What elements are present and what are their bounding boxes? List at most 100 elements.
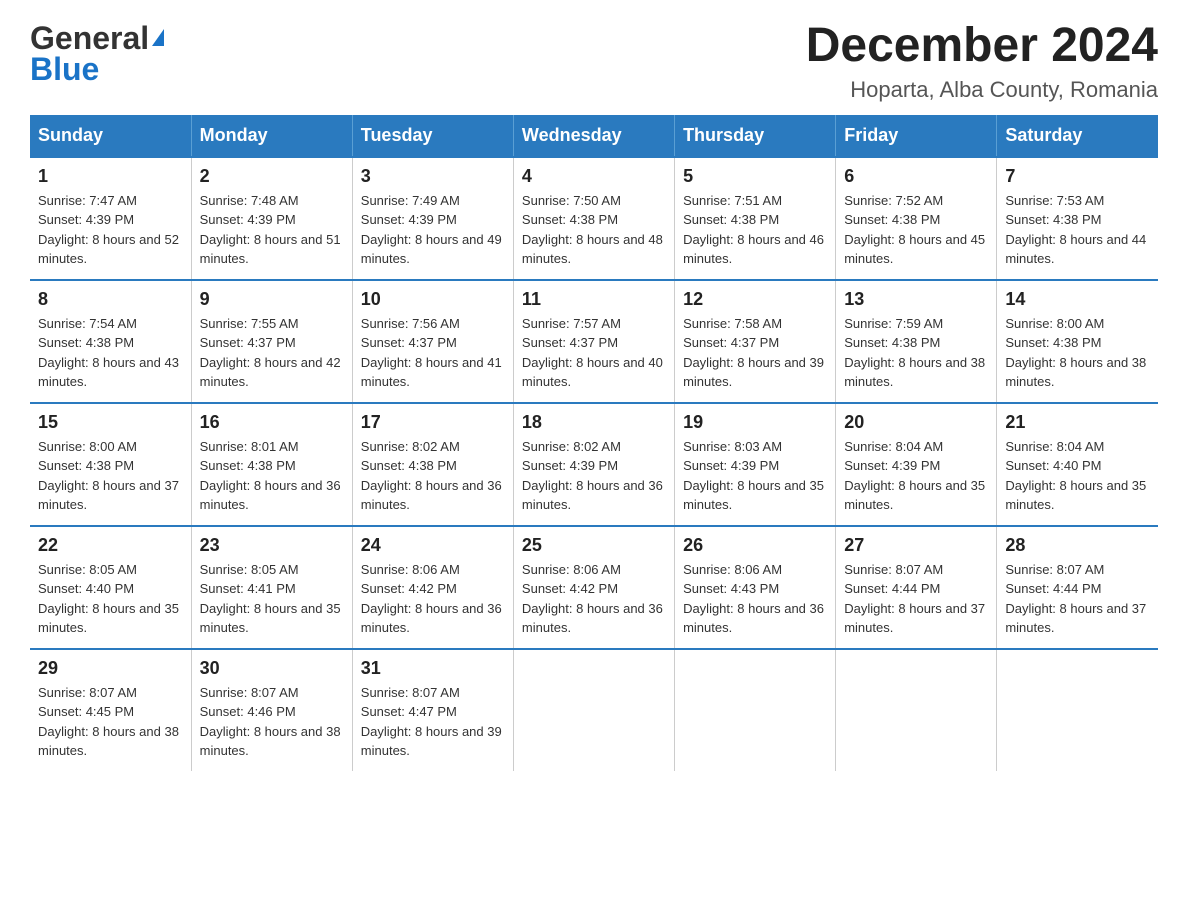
calendar-day-cell: 31 Sunrise: 8:07 AM Sunset: 4:47 PM Dayl… bbox=[352, 649, 513, 771]
day-number: 3 bbox=[361, 166, 505, 187]
day-info: Sunrise: 8:07 AM Sunset: 4:44 PM Dayligh… bbox=[844, 560, 988, 638]
day-number: 7 bbox=[1005, 166, 1150, 187]
day-info: Sunrise: 7:58 AM Sunset: 4:37 PM Dayligh… bbox=[683, 314, 827, 392]
day-info: Sunrise: 8:06 AM Sunset: 4:42 PM Dayligh… bbox=[361, 560, 505, 638]
day-info: Sunrise: 7:52 AM Sunset: 4:38 PM Dayligh… bbox=[844, 191, 988, 269]
calendar-day-cell: 17 Sunrise: 8:02 AM Sunset: 4:38 PM Dayl… bbox=[352, 403, 513, 526]
calendar-day-cell: 1 Sunrise: 7:47 AM Sunset: 4:39 PM Dayli… bbox=[30, 157, 191, 280]
day-info: Sunrise: 8:07 AM Sunset: 4:44 PM Dayligh… bbox=[1005, 560, 1150, 638]
logo-triangle-icon bbox=[152, 29, 164, 46]
daylight-label: Daylight: 8 hours and 37 minutes. bbox=[38, 478, 179, 513]
daylight-label: Daylight: 8 hours and 49 minutes. bbox=[361, 232, 502, 267]
calendar-day-cell: 27 Sunrise: 8:07 AM Sunset: 4:44 PM Dayl… bbox=[836, 526, 997, 649]
calendar-week-row: 22 Sunrise: 8:05 AM Sunset: 4:40 PM Dayl… bbox=[30, 526, 1158, 649]
day-info: Sunrise: 7:54 AM Sunset: 4:38 PM Dayligh… bbox=[38, 314, 183, 392]
calendar-day-cell: 2 Sunrise: 7:48 AM Sunset: 4:39 PM Dayli… bbox=[191, 157, 352, 280]
calendar-day-cell: 22 Sunrise: 8:05 AM Sunset: 4:40 PM Dayl… bbox=[30, 526, 191, 649]
month-title: December 2024 bbox=[806, 20, 1158, 73]
day-number: 27 bbox=[844, 535, 988, 556]
daylight-label: Daylight: 8 hours and 35 minutes. bbox=[683, 478, 824, 513]
sunrise-label: Sunrise: 8:00 AM bbox=[38, 439, 137, 454]
daylight-label: Daylight: 8 hours and 39 minutes. bbox=[683, 355, 824, 390]
calendar-day-cell: 7 Sunrise: 7:53 AM Sunset: 4:38 PM Dayli… bbox=[997, 157, 1158, 280]
weekday-header-saturday: Saturday bbox=[997, 115, 1158, 157]
day-info: Sunrise: 8:02 AM Sunset: 4:38 PM Dayligh… bbox=[361, 437, 505, 515]
day-number: 14 bbox=[1005, 289, 1150, 310]
day-number: 22 bbox=[38, 535, 183, 556]
sunset-label: Sunset: 4:39 PM bbox=[844, 458, 940, 473]
sunrise-label: Sunrise: 8:07 AM bbox=[361, 685, 460, 700]
calendar-day-cell: 9 Sunrise: 7:55 AM Sunset: 4:37 PM Dayli… bbox=[191, 280, 352, 403]
daylight-label: Daylight: 8 hours and 40 minutes. bbox=[522, 355, 663, 390]
sunset-label: Sunset: 4:42 PM bbox=[361, 581, 457, 596]
sunrise-label: Sunrise: 8:02 AM bbox=[361, 439, 460, 454]
calendar-day-cell: 8 Sunrise: 7:54 AM Sunset: 4:38 PM Dayli… bbox=[30, 280, 191, 403]
day-number: 16 bbox=[200, 412, 344, 433]
daylight-label: Daylight: 8 hours and 48 minutes. bbox=[522, 232, 663, 267]
calendar-day-cell: 6 Sunrise: 7:52 AM Sunset: 4:38 PM Dayli… bbox=[836, 157, 997, 280]
calendar-day-cell: 28 Sunrise: 8:07 AM Sunset: 4:44 PM Dayl… bbox=[997, 526, 1158, 649]
calendar-day-cell: 20 Sunrise: 8:04 AM Sunset: 4:39 PM Dayl… bbox=[836, 403, 997, 526]
sunrise-label: Sunrise: 7:59 AM bbox=[844, 316, 943, 331]
calendar-day-cell: 10 Sunrise: 7:56 AM Sunset: 4:37 PM Dayl… bbox=[352, 280, 513, 403]
day-number: 30 bbox=[200, 658, 344, 679]
calendar-day-cell: 11 Sunrise: 7:57 AM Sunset: 4:37 PM Dayl… bbox=[513, 280, 674, 403]
day-info: Sunrise: 7:47 AM Sunset: 4:39 PM Dayligh… bbox=[38, 191, 183, 269]
sunrise-label: Sunrise: 7:57 AM bbox=[522, 316, 621, 331]
daylight-label: Daylight: 8 hours and 37 minutes. bbox=[844, 601, 985, 636]
day-number: 12 bbox=[683, 289, 827, 310]
empty-cell bbox=[997, 649, 1158, 771]
day-number: 25 bbox=[522, 535, 666, 556]
sunset-label: Sunset: 4:38 PM bbox=[844, 335, 940, 350]
day-number: 19 bbox=[683, 412, 827, 433]
sunrise-label: Sunrise: 7:54 AM bbox=[38, 316, 137, 331]
weekday-header-thursday: Thursday bbox=[675, 115, 836, 157]
sunrise-label: Sunrise: 7:56 AM bbox=[361, 316, 460, 331]
daylight-label: Daylight: 8 hours and 38 minutes. bbox=[200, 724, 341, 759]
daylight-label: Daylight: 8 hours and 35 minutes. bbox=[1005, 478, 1146, 513]
daylight-label: Daylight: 8 hours and 35 minutes. bbox=[844, 478, 985, 513]
day-info: Sunrise: 8:06 AM Sunset: 4:42 PM Dayligh… bbox=[522, 560, 666, 638]
day-number: 10 bbox=[361, 289, 505, 310]
day-info: Sunrise: 8:03 AM Sunset: 4:39 PM Dayligh… bbox=[683, 437, 827, 515]
day-number: 23 bbox=[200, 535, 344, 556]
daylight-label: Daylight: 8 hours and 43 minutes. bbox=[38, 355, 179, 390]
weekday-header-row: SundayMondayTuesdayWednesdayThursdayFrid… bbox=[30, 115, 1158, 157]
sunset-label: Sunset: 4:38 PM bbox=[38, 458, 134, 473]
calendar-week-row: 1 Sunrise: 7:47 AM Sunset: 4:39 PM Dayli… bbox=[30, 157, 1158, 280]
day-info: Sunrise: 7:51 AM Sunset: 4:38 PM Dayligh… bbox=[683, 191, 827, 269]
page-header: General Blue December 2024 Hoparta, Alba… bbox=[30, 20, 1158, 103]
calendar-week-row: 29 Sunrise: 8:07 AM Sunset: 4:45 PM Dayl… bbox=[30, 649, 1158, 771]
calendar-day-cell: 24 Sunrise: 8:06 AM Sunset: 4:42 PM Dayl… bbox=[352, 526, 513, 649]
daylight-label: Daylight: 8 hours and 36 minutes. bbox=[361, 478, 502, 513]
calendar-day-cell: 29 Sunrise: 8:07 AM Sunset: 4:45 PM Dayl… bbox=[30, 649, 191, 771]
sunset-label: Sunset: 4:38 PM bbox=[1005, 335, 1101, 350]
sunset-label: Sunset: 4:37 PM bbox=[361, 335, 457, 350]
day-number: 13 bbox=[844, 289, 988, 310]
calendar-day-cell: 23 Sunrise: 8:05 AM Sunset: 4:41 PM Dayl… bbox=[191, 526, 352, 649]
sunset-label: Sunset: 4:40 PM bbox=[38, 581, 134, 596]
sunrise-label: Sunrise: 7:48 AM bbox=[200, 193, 299, 208]
sunset-label: Sunset: 4:39 PM bbox=[38, 212, 134, 227]
day-info: Sunrise: 8:07 AM Sunset: 4:45 PM Dayligh… bbox=[38, 683, 183, 761]
day-number: 28 bbox=[1005, 535, 1150, 556]
daylight-label: Daylight: 8 hours and 45 minutes. bbox=[844, 232, 985, 267]
sunset-label: Sunset: 4:38 PM bbox=[38, 335, 134, 350]
sunrise-label: Sunrise: 7:58 AM bbox=[683, 316, 782, 331]
sunset-label: Sunset: 4:44 PM bbox=[844, 581, 940, 596]
sunrise-label: Sunrise: 8:07 AM bbox=[844, 562, 943, 577]
day-number: 4 bbox=[522, 166, 666, 187]
day-number: 6 bbox=[844, 166, 988, 187]
daylight-label: Daylight: 8 hours and 51 minutes. bbox=[200, 232, 341, 267]
sunset-label: Sunset: 4:42 PM bbox=[522, 581, 618, 596]
sunrise-label: Sunrise: 7:49 AM bbox=[361, 193, 460, 208]
sunset-label: Sunset: 4:38 PM bbox=[844, 212, 940, 227]
day-info: Sunrise: 8:01 AM Sunset: 4:38 PM Dayligh… bbox=[200, 437, 344, 515]
day-number: 5 bbox=[683, 166, 827, 187]
day-number: 8 bbox=[38, 289, 183, 310]
sunrise-label: Sunrise: 8:06 AM bbox=[361, 562, 460, 577]
day-number: 26 bbox=[683, 535, 827, 556]
day-number: 18 bbox=[522, 412, 666, 433]
daylight-label: Daylight: 8 hours and 39 minutes. bbox=[361, 724, 502, 759]
sunrise-label: Sunrise: 8:04 AM bbox=[1005, 439, 1104, 454]
